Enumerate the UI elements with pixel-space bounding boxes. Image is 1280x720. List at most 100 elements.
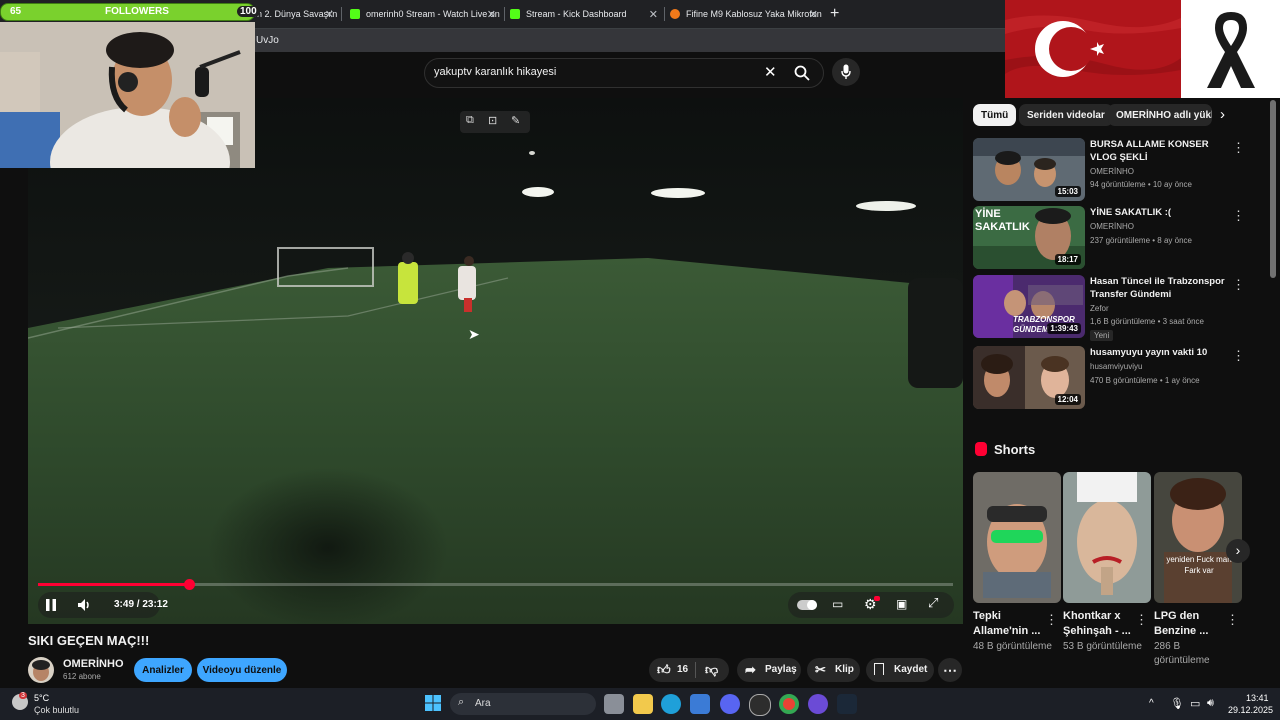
close-tab-icon[interactable]: ✕ [649,8,658,21]
short-views-1: 48 B görüntüleme [973,641,1052,652]
short-title-1[interactable]: Tepki Allame'nin ... [973,609,1043,639]
short-title-3[interactable]: LPG den Benzine ... [1154,609,1224,639]
clear-search-icon[interactable]: ✕ [764,63,777,81]
dislike-icon[interactable]: 👎︎ [705,662,718,678]
more-options-icon[interactable]: ⋮ [1226,612,1239,628]
search-box[interactable]: yakuptv karanlık hikayesi ✕ [424,58,824,88]
video-title[interactable]: husamyuyu yayın vakti 10 [1090,346,1238,359]
chevron-right-icon[interactable]: › [1220,106,1225,123]
pause-icon[interactable] [46,599,56,611]
video-thumbnail[interactable]: TRABZONSPOR GÜNDEM 1:39:43 [973,275,1085,338]
channel-name[interactable]: OMERİNHO [63,658,124,670]
tab-kick-stream[interactable]: omerinh0 Stream - Watch Live on K ✕ [350,0,500,28]
more-actions-icon[interactable]: ⋯ [938,658,962,682]
network-icon[interactable]: ▭ [1190,697,1200,710]
short-views-3: 286 B görüntüleme [1154,641,1210,666]
short-thumbnail-3[interactable]: yeniden Fuck man Fark var [1154,472,1242,603]
fullscreen-icon[interactable]: ⤢ [928,595,938,611]
close-tab-icon[interactable]: ✕ [325,8,334,21]
video-title[interactable]: Hasan Tüncel ile Trabzonspor Transfer Gü… [1090,275,1238,301]
windows-start-icon[interactable] [425,695,441,711]
tray-expand-icon[interactable]: ^ [1149,698,1154,709]
related-video-2[interactable]: YİNE SAKATLIK 18:17 YİNE SAKATLIK :( OME… [973,206,1263,270]
miniplayer-icon[interactable]: ⊡ [488,114,497,127]
subtitles-icon[interactable]: ▭ [832,597,843,611]
discord-icon[interactable] [720,694,740,714]
chip-series[interactable]: Seriden videolar [1019,104,1113,126]
playback-controls: 3:49 / 23:12 [38,592,168,618]
more-options-icon[interactable]: ⋮ [1045,612,1058,628]
more-options-icon[interactable]: ⋮ [1232,277,1245,293]
tab-shop[interactable]: Fifine M9 Kablosuz Yaka Mikrofon ✕ [670,0,822,28]
share-button[interactable]: ➦ Paylaş [737,658,801,682]
new-tab-button[interactable]: + [830,0,848,28]
autoplay-toggle[interactable] [797,600,817,610]
channel-name[interactable]: OMERİNHO [1090,222,1134,231]
related-video-3[interactable]: TRABZONSPOR GÜNDEM 1:39:43 Hasan Tüncel … [973,275,1263,341]
task-view-icon[interactable] [604,694,624,714]
short-thumbnail-2[interactable] [1063,472,1151,603]
analytics-button[interactable]: Analizler [134,658,192,682]
pip-icon[interactable]: ⧉ [466,114,474,127]
channel-name[interactable]: husamviyuviyu [1090,362,1142,371]
channel-avatar[interactable] [28,657,54,683]
more-options-icon[interactable]: ⋮ [1232,140,1245,156]
clock-date[interactable]: 29.12.2025 [1228,705,1273,715]
speaker-icon[interactable]: 🔊︎ [1207,697,1214,710]
more-options-icon[interactable]: ⋮ [1232,208,1245,224]
video-title[interactable]: YİNE SAKATLIK :( [1090,206,1238,219]
clip-button[interactable]: ✂ Klip [807,658,860,682]
short-title-2[interactable]: Khontkar x Şehinşah - ... [1063,609,1133,639]
channel-name[interactable]: Zefor [1090,304,1109,313]
notes-icon[interactable]: ✎ [511,114,520,127]
chrome-icon[interactable] [779,694,799,714]
steam-icon[interactable] [837,694,857,714]
close-tab-icon[interactable]: ✕ [809,8,818,21]
page-scrollbar[interactable] [1270,100,1276,278]
followers-goal: 100 [237,6,260,17]
like-icon[interactable]: 👍︎ [657,662,671,678]
kick-icon [350,9,360,19]
more-options-icon[interactable]: ⋮ [1232,348,1245,364]
shorts-next-arrow-icon[interactable]: › [1226,539,1250,563]
more-options-icon[interactable]: ⋮ [1135,612,1148,628]
close-tab-icon[interactable]: ✕ [487,8,496,21]
new-badge: Yeni [1090,330,1114,341]
theater-mode-icon[interactable]: ▣ [896,597,907,611]
video-thumbnail[interactable]: YİNE SAKATLIK 18:17 [973,206,1085,269]
taskbar-search[interactable]: ⌕ Ara [450,693,596,715]
search-input[interactable]: yakuptv karanlık hikayesi [434,66,556,78]
clock-time[interactable]: 13:41 [1246,693,1269,703]
video-meta: 1,6 B görüntüleme • 3 saat önce [1090,317,1204,326]
chip-uploader[interactable]: OMERİNHO adlı yükleyi [1108,104,1212,126]
video-player[interactable]: ⧉ ⊡ ✎ 3:49 / 23:12 ▭ ⚙ ▣ ⤢ ➤ [28,98,963,624]
volume-icon[interactable] [78,599,92,611]
channel-name[interactable]: OMERİNHO [1090,167,1134,176]
search-icon[interactable] [794,65,810,81]
ribbon-icon [1207,12,1255,88]
video-frame [28,98,963,624]
related-video-1[interactable]: 15:03 BURSA ALLAME KONSER VLOG ŞEKLİ OME… [973,138,1263,202]
save-button[interactable]: Kaydet [866,658,934,682]
microphone-tray-icon[interactable]: 🎙︎ [1170,697,1184,710]
edit-video-button[interactable]: Videoyu düzenle [197,658,287,682]
share-icon: ➦ [745,662,756,677]
video-title[interactable]: BURSA ALLAME KONSER VLOG ŞEKLİ [1090,138,1238,164]
app-icon-2[interactable] [808,694,828,714]
voice-search-button[interactable] [832,58,860,86]
shorts-logo-icon [975,442,987,456]
progress-track[interactable] [38,579,953,590]
tab-kick-dashboard[interactable]: Stream - Kick Dashboard ✕ [510,0,662,28]
progress-scrubber[interactable] [183,579,195,590]
obs-icon[interactable] [749,694,771,716]
app-icon[interactable] [690,694,710,714]
related-video-4[interactable]: 12:04 husamyuyu yayın vakti 10 husamviyu… [973,346,1263,410]
short-thumbnail-1[interactable] [973,472,1061,603]
video-thumbnail[interactable]: 15:03 [973,138,1085,201]
edge-icon[interactable] [661,694,681,714]
video-thumbnail[interactable]: 12:04 [973,346,1085,409]
file-explorer-icon[interactable] [633,694,653,714]
tab-title: Stream - Kick Dashboard [526,9,627,19]
bookmark-icon [874,663,884,675]
chip-all[interactable]: Tümü [973,104,1017,126]
